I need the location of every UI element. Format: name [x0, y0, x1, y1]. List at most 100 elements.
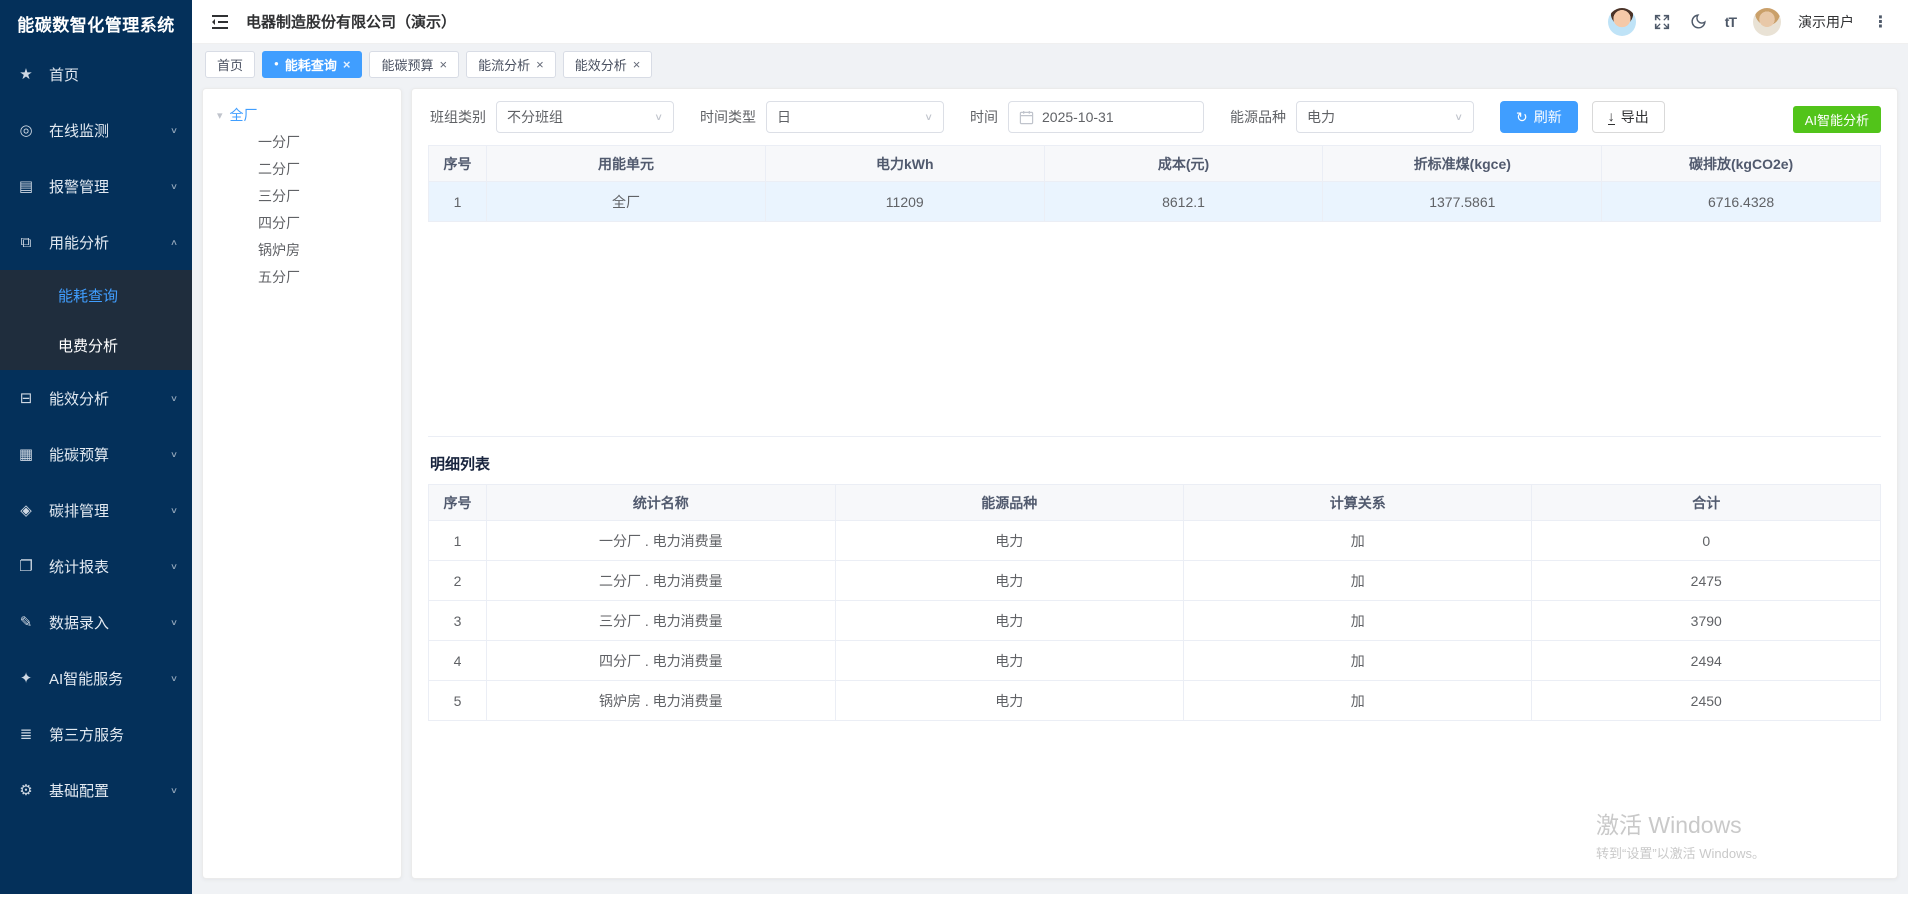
horizontal-scrollbar[interactable] [0, 894, 1908, 903]
home-star-icon: ★ [16, 65, 36, 83]
table-row[interactable]: 3 三分厂 . 电力消费量 电力 加 3790 [429, 601, 1881, 641]
chevron-down-icon: ∨ [170, 505, 178, 515]
layers-icon: ≣ [16, 725, 36, 743]
alarm-doc-icon: ▤ [16, 177, 36, 195]
time-type-label: 时间类型 [700, 107, 756, 127]
tree-node-root[interactable]: ▾ 全厂 [211, 102, 393, 128]
table-row[interactable]: 5 锅炉房 . 电力消费量 电力 加 2450 [429, 681, 1881, 721]
tab-home[interactable]: 首页 [205, 51, 255, 78]
energy-type-label: 能源品种 [1230, 107, 1286, 127]
cell-relation: 加 [1184, 521, 1532, 561]
sidebar-item-alarm-management[interactable]: ▤ 报警管理 ∨ [0, 158, 192, 214]
date-value: 2025-10-31 [1042, 109, 1114, 125]
font-size-icon[interactable]: tT [1725, 14, 1736, 30]
energy-type-select[interactable]: 电力 ∨ [1296, 101, 1474, 133]
sidebar-item-statistics-report[interactable]: ❐ 统计报表 ∨ [0, 538, 192, 594]
tree-node-child[interactable]: 五分厂 [211, 263, 393, 290]
assistant-avatar[interactable] [1608, 8, 1636, 36]
more-kebab-icon[interactable]: ⋮ [1871, 12, 1890, 31]
tab-label: 能流分析 [478, 55, 530, 74]
app-root: 能碳数智化管理系统 ★ 首页 ◎ 在线监测 ∨ ▤ 报警管理 ∨ ⧉ 用能分析 … [0, 0, 1908, 903]
cell-energy-type: 电力 [835, 681, 1183, 721]
tab-energy-query[interactable]: ● 能耗查询 × [262, 51, 362, 78]
col-header: 折标准煤(kgce) [1323, 146, 1602, 182]
sidebar-item-label: 数据录入 [49, 612, 109, 633]
tree-node-child[interactable]: 二分厂 [211, 155, 393, 182]
filter-bar: 班组类别 不分班组 ∨ 时间类型 日 ∨ 时间 [428, 101, 1881, 133]
tab-carbon-budget[interactable]: 能碳预算 × [369, 51, 459, 78]
col-header: 计算关系 [1184, 485, 1532, 521]
tree-node-child[interactable]: 锅炉房 [211, 236, 393, 263]
tab-label: 首页 [217, 55, 243, 74]
detail-table: 序号 统计名称 能源品种 计算关系 合计 1 一分厂 . 电力消费量 [428, 484, 1881, 721]
cell-total: 2475 [1532, 561, 1881, 601]
refresh-button[interactable]: ↻ 刷新 [1500, 101, 1578, 133]
chevron-down-icon: ∨ [170, 617, 178, 627]
tree-node-child[interactable]: 一分厂 [211, 128, 393, 155]
chevron-down-icon: ∨ [170, 393, 178, 403]
col-header: 碳排放(kgCO2e) [1602, 146, 1881, 182]
sidebar-item-data-entry[interactable]: ✎ 数据录入 ∨ [0, 594, 192, 650]
summary-table-section: 序号 用能单元 电力kWh 成本(元) 折标准煤(kgce) 碳排放(kgCO2… [428, 145, 1881, 437]
windows-activation-watermark: 激活 Windows 转到“设置”以激活 Windows。 [1596, 806, 1765, 862]
table-row[interactable]: 1 一分厂 . 电力消费量 电力 加 0 [429, 521, 1881, 561]
time-type-select[interactable]: 日 ∨ [766, 101, 944, 133]
sidebar-item-label: 用能分析 [49, 232, 109, 253]
chevron-down-icon: ∨ [170, 561, 178, 571]
cell-cost: 8612.1 [1044, 182, 1323, 222]
cell-stat-name: 一分厂 . 电力消费量 [487, 521, 835, 561]
tab-energy-flow[interactable]: 能流分析 × [466, 51, 556, 78]
sidebar-item-label: 报警管理 [49, 176, 109, 197]
sidebar-item-carbon-budget[interactable]: ▦ 能碳预算 ∨ [0, 426, 192, 482]
tab-bar: 首页 ● 能耗查询 × 能碳预算 × 能流分析 × 能效分析 × [192, 44, 1908, 84]
dark-mode-moon-icon[interactable] [1689, 12, 1708, 31]
tab-efficiency-analysis[interactable]: 能效分析 × [563, 51, 653, 78]
table-row[interactable]: 4 四分厂 . 电力消费量 电力 加 2494 [429, 641, 1881, 681]
menu-collapse-icon[interactable] [210, 12, 230, 32]
cell-total: 2494 [1532, 641, 1881, 681]
sidebar-subitem-electricity-cost[interactable]: 电费分析 [0, 320, 192, 370]
sidebar-subitem-energy-query[interactable]: 能耗查询 [0, 270, 192, 320]
tree-node-child[interactable]: 四分厂 [211, 209, 393, 236]
sidebar-item-label: 能碳预算 [49, 444, 109, 465]
table-row[interactable]: 2 二分厂 . 电力消费量 电力 加 2475 [429, 561, 1881, 601]
cell-relation: 加 [1184, 681, 1532, 721]
energy-type-value: 电力 [1307, 107, 1335, 127]
chevron-down-icon: ∨ [924, 111, 933, 122]
chevron-down-icon: ∨ [170, 673, 178, 683]
user-avatar[interactable] [1753, 8, 1781, 36]
group-type-select[interactable]: 不分班组 ∨ [496, 101, 674, 133]
sidebar-item-basic-config[interactable]: ⚙ 基础配置 ∨ [0, 762, 192, 818]
sidebar-item-energy-analysis[interactable]: ⧉ 用能分析 ∧ [0, 214, 192, 270]
sidebar-item-ai-services[interactable]: ✦ AI智能服务 ∨ [0, 650, 192, 706]
group-type-value: 不分班组 [507, 107, 563, 127]
tree-node-label: 全厂 [230, 105, 258, 125]
query-panel: 班组类别 不分班组 ∨ 时间类型 日 ∨ 时间 [411, 88, 1898, 879]
close-icon[interactable]: × [633, 57, 641, 72]
cell-carbon: 6716.4328 [1602, 182, 1881, 222]
sidebar-item-carbon-emission[interactable]: ◈ 碳排管理 ∨ [0, 482, 192, 538]
cell-total: 2450 [1532, 681, 1881, 721]
tree-node-child[interactable]: 三分厂 [211, 182, 393, 209]
sidebar-item-third-party[interactable]: ≣ 第三方服务 [0, 706, 192, 762]
date-picker[interactable]: 2025-10-31 [1008, 101, 1204, 133]
app-title: 能碳数智化管理系统 [0, 0, 192, 46]
sidebar-item-home[interactable]: ★ 首页 [0, 46, 192, 102]
close-icon[interactable]: × [439, 57, 447, 72]
cell-stat-name: 二分厂 . 电力消费量 [487, 561, 835, 601]
close-icon[interactable]: × [343, 57, 351, 72]
close-icon[interactable]: × [536, 57, 544, 72]
calendar-icon [1019, 110, 1034, 125]
topbar: 电器制造股份有限公司（演示） tT 演示用户 [192, 0, 1908, 44]
fullscreen-icon[interactable] [1653, 12, 1672, 31]
cell-energy-type: 电力 [835, 521, 1183, 561]
export-button[interactable]: ↓ 导出 [1592, 101, 1665, 133]
table-row[interactable]: 1 全厂 11209 8612.1 1377.5861 6716.4328 [429, 182, 1881, 222]
sidebar-item-efficiency-analysis[interactable]: ⊟ 能效分析 ∨ [0, 370, 192, 426]
col-header: 序号 [429, 146, 487, 182]
chevron-down-icon: ∨ [170, 125, 178, 135]
cell-energy-type: 电力 [835, 641, 1183, 681]
sidebar-item-online-monitoring[interactable]: ◎ 在线监测 ∨ [0, 102, 192, 158]
ai-analysis-button[interactable]: AI智能分析 [1793, 106, 1881, 133]
gear-icon: ⚙ [16, 781, 36, 799]
